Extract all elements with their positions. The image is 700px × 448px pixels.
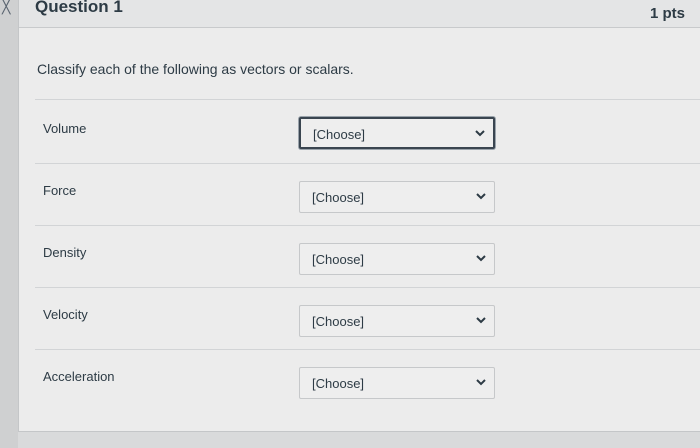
select-force[interactable]: [Choose] xyxy=(299,181,495,213)
row-label-volume: Volume xyxy=(43,121,87,136)
question-prompt: Classify each of the following as vector… xyxy=(37,61,354,77)
question-points: 1 pts xyxy=(649,5,685,22)
row-label-density: Density xyxy=(43,245,87,260)
divider xyxy=(35,163,700,164)
chevron-down-icon xyxy=(476,255,486,262)
select-value: [Choose] xyxy=(312,252,365,267)
row-label-velocity: Velocity xyxy=(43,307,88,322)
chevron-down-icon xyxy=(475,130,485,137)
question-header: Question 1 1 pts xyxy=(19,0,700,28)
row-label-acceleration: Acceleration xyxy=(43,369,115,384)
select-velocity[interactable]: [Choose] xyxy=(299,305,495,337)
question-card: Question 1 1 pts Classify each of the fo… xyxy=(18,0,700,432)
select-value: [Choose] xyxy=(313,127,366,142)
chevron-down-icon xyxy=(476,317,486,324)
divider xyxy=(35,287,700,288)
row-label-force: Force xyxy=(43,183,77,198)
divider xyxy=(35,349,700,350)
left-edge-panel: ╳ xyxy=(0,0,18,448)
collapse-icon[interactable]: ╳ xyxy=(2,0,10,15)
select-value: [Choose] xyxy=(312,314,365,329)
select-acceleration[interactable]: [Choose] xyxy=(299,367,495,399)
divider xyxy=(35,99,700,100)
select-density[interactable]: [Choose] xyxy=(299,243,495,275)
chevron-down-icon xyxy=(476,379,486,386)
select-value: [Choose] xyxy=(312,190,365,205)
divider xyxy=(35,225,700,226)
select-volume[interactable]: [Choose] xyxy=(299,117,495,149)
select-value: [Choose] xyxy=(312,376,365,391)
chevron-down-icon xyxy=(476,193,486,200)
question-title: Question 1 xyxy=(35,0,123,16)
